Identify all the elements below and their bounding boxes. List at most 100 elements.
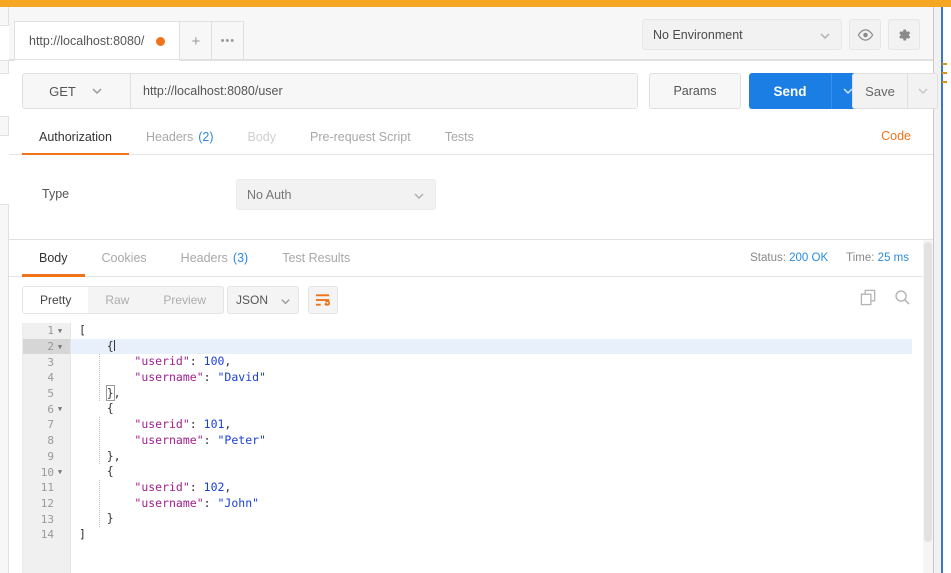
code-token: }: [106, 511, 114, 526]
view-mode-segmented-control: Pretty Raw Preview: [22, 286, 225, 314]
copy-button[interactable]: [860, 289, 877, 306]
request-tab-localhost[interactable]: http://localhost:8080/: [14, 21, 181, 61]
new-tab-button[interactable]: +: [180, 21, 213, 61]
http-method-label: GET: [49, 83, 76, 99]
tab-authorization-label: Authorization: [39, 130, 112, 144]
code-line[interactable]: "userid": 101,: [71, 417, 912, 433]
view-mode-preview[interactable]: Preview: [146, 287, 223, 313]
response-scrollbar-thumb[interactable]: [924, 242, 932, 542]
code-token: "username": [134, 495, 204, 510]
gutter-line[interactable]: 11: [23, 480, 70, 496]
sidebar-edge[interactable]: [0, 7, 9, 573]
code-token: 100: [203, 354, 225, 369]
gutter-line[interactable]: 4: [23, 370, 70, 386]
url-text: http://localhost:8080/user: [143, 84, 283, 98]
plus-icon: +: [191, 32, 201, 50]
gutter-line[interactable]: 8: [23, 433, 70, 449]
response-tab-test-results-label: Test Results: [282, 251, 351, 265]
tab-headers-count: (2): [198, 130, 214, 144]
params-button[interactable]: Params: [649, 73, 741, 109]
code-line[interactable]: {: [71, 338, 912, 355]
gutter-line[interactable]: 12: [23, 496, 70, 512]
save-button[interactable]: Save: [852, 73, 908, 109]
response-tab-test-results[interactable]: Test Results: [265, 240, 367, 276]
tab-headers[interactable]: Headers (2): [129, 119, 231, 155]
tab-body[interactable]: Body: [231, 119, 294, 155]
fold-toggle-icon[interactable]: ▼: [54, 343, 66, 351]
gutter-line[interactable]: 2 ▼: [23, 338, 70, 355]
code-token: "Peter": [217, 432, 266, 447]
tab-headers-label: Headers: [145, 130, 194, 144]
send-button[interactable]: Send: [749, 73, 831, 109]
auth-type-label: Type: [42, 187, 70, 201]
response-scrollbar[interactable]: [923, 240, 933, 573]
gutter-line[interactable]: 14: [23, 527, 70, 543]
url-input[interactable]: http://localhost:8080/user: [131, 74, 637, 108]
code-token: :: [203, 370, 218, 385]
tab-authorization[interactable]: Authorization: [22, 119, 129, 156]
response-tab-body-label: Body: [39, 251, 68, 265]
tab-body-label: Body: [247, 130, 277, 144]
fold-toggle-icon[interactable]: ▼: [54, 468, 66, 476]
environment-select[interactable]: No Environment: [642, 19, 842, 50]
code-line[interactable]: "userid": 100,: [71, 354, 912, 370]
wrap-lines-button[interactable]: [308, 286, 338, 314]
code-token: {: [106, 338, 114, 353]
code-line[interactable]: },: [71, 449, 912, 465]
line-number: 13: [40, 512, 54, 526]
body-format-select[interactable]: JSON: [227, 286, 299, 314]
gutter-line[interactable]: 3: [23, 354, 70, 370]
response-tab-cookies[interactable]: Cookies: [85, 240, 164, 276]
line-number-gutter: 1 ▼ 2 ▼ 3 4 5 6 ▼ 7 8 9 10 ▼ 11 12 13 14: [23, 323, 71, 573]
code-line[interactable]: "username": "David": [71, 370, 912, 386]
code-line[interactable]: },: [71, 384, 912, 402]
auth-type-select[interactable]: No Auth: [236, 179, 436, 210]
settings-button[interactable]: [888, 19, 920, 50]
eye-icon: [857, 28, 874, 42]
http-method-select[interactable]: GET: [23, 74, 131, 108]
view-mode-pretty[interactable]: Pretty: [23, 287, 89, 313]
gutter-line[interactable]: 13: [23, 511, 70, 527]
line-number: 14: [40, 528, 54, 542]
copy-icon: [860, 289, 877, 306]
code-line[interactable]: "username": "Peter": [71, 433, 912, 449]
search-button[interactable]: [894, 289, 911, 306]
response-body-editor[interactable]: 1 ▼ 2 ▼ 3 4 5 6 ▼ 7 8 9 10 ▼ 11 12 13 14 [ { "userid": 10…: [22, 323, 912, 573]
line-number: 8: [47, 434, 54, 448]
code-line[interactable]: {: [71, 464, 912, 480]
save-label: Save: [865, 83, 895, 99]
response-tab-headers[interactable]: Headers (3): [164, 240, 266, 276]
gutter-line[interactable]: 5: [23, 386, 70, 402]
code-token: :: [203, 432, 218, 447]
tab-options-button[interactable]: •••: [212, 21, 245, 61]
view-mode-raw[interactable]: Raw: [88, 287, 146, 313]
save-options-button[interactable]: [908, 73, 938, 109]
code-link[interactable]: Code: [881, 129, 911, 143]
gutter-line[interactable]: 10 ▼: [23, 464, 70, 480]
response-body-code[interactable]: [ { "userid": 100, "username": "David" }…: [71, 323, 912, 573]
code-line[interactable]: ]: [71, 527, 912, 543]
gutter-line[interactable]: 1 ▼: [23, 323, 70, 339]
wrap-lines-icon: [315, 293, 332, 307]
line-number: 2: [47, 340, 54, 354]
response-tab-body[interactable]: Body: [22, 240, 85, 277]
fold-guide: [99, 354, 100, 402]
gutter-line[interactable]: 6 ▼: [23, 401, 70, 417]
tab-pre-request-script[interactable]: Pre-request Script: [293, 119, 428, 155]
method-and-url-group: GET http://localhost:8080/user: [22, 73, 638, 109]
code-line[interactable]: [: [71, 323, 912, 339]
postman-window: http://localhost:8080/ + ••• No Environm…: [0, 7, 938, 573]
fold-toggle-icon[interactable]: ▼: [54, 405, 66, 413]
code-line[interactable]: }: [71, 511, 912, 527]
code-line[interactable]: "userid": 102,: [71, 480, 912, 496]
fold-toggle-icon[interactable]: ▼: [54, 327, 66, 335]
code-line[interactable]: "username": "John": [71, 496, 912, 512]
tab-tests[interactable]: Tests: [428, 119, 491, 155]
code-token: 102: [203, 479, 225, 494]
code-token: ]: [79, 526, 86, 541]
code-line[interactable]: {: [71, 401, 912, 417]
environment-quick-look-button[interactable]: [849, 19, 881, 50]
code-token: ,: [113, 385, 121, 400]
gutter-line[interactable]: 7: [23, 417, 70, 433]
gutter-line[interactable]: 9: [23, 449, 70, 465]
